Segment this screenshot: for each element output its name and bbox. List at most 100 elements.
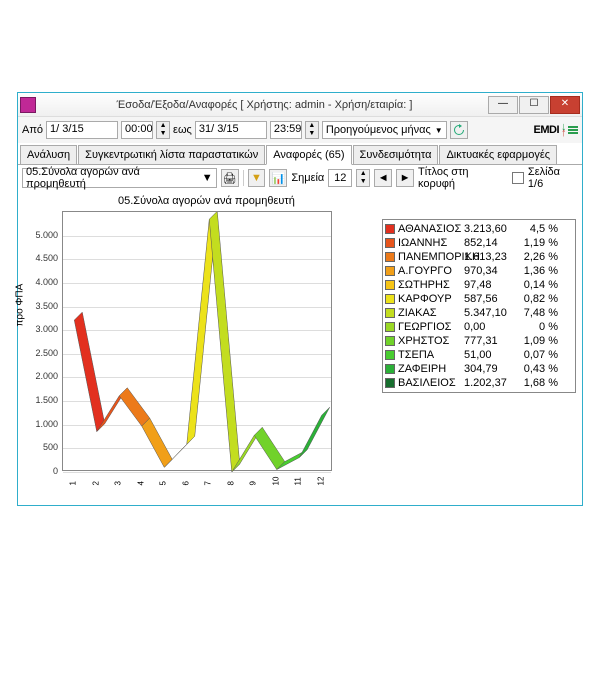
from-time-input[interactable]: 00:00 (121, 121, 153, 139)
legend-value: 304,79 (464, 363, 512, 375)
legend-row: ΒΑΣΙΛΕΙΟΣ 1.202,37 1,68 % (385, 376, 573, 390)
legend-swatch (385, 252, 395, 262)
tab-reports[interactable]: Αναφορές (65) (266, 145, 351, 165)
legend-value: 3.213,60 (464, 223, 512, 235)
points-stepper[interactable]: ▲▼ (356, 169, 370, 187)
y-tick: 3.500 (35, 301, 58, 311)
legend-name: ΙΩΑΝΝΗΣ (398, 237, 464, 249)
report-toolbar: 05.Σύνολα αγορών ανά προμηθευτή ▼ 🖨 ▼ 📊 … (18, 165, 582, 191)
chart-content: 05.Σύνολα αγορών ανά προμηθευτή προ ΦΠΑ … (18, 191, 582, 505)
legend-name: ΤΣΕΠΑ (398, 349, 464, 361)
legend-percent: 1,09 % (512, 335, 558, 347)
report-select[interactable]: 05.Σύνολα αγορών ανά προμηθευτή ▼ (22, 168, 217, 188)
legend-value: 1.613,23 (464, 251, 512, 263)
app-window: Έσοδα/Έξοδα/Αναφορές [ Χρήστης: admin - … (17, 92, 583, 506)
refresh-button[interactable] (450, 121, 468, 139)
minimize-button[interactable]: — (488, 96, 518, 114)
legend-row: ΚΑΡΦΟΥΡ 587,56 0,82 % (385, 292, 573, 306)
filter-button[interactable]: ▼ (248, 169, 266, 187)
tab-connectivity[interactable]: Συνδεσιμότητα (353, 145, 439, 164)
x-tick: 6 (181, 481, 190, 485)
legend-percent: 0,43 % (512, 363, 558, 375)
x-tick: 12 (316, 477, 325, 486)
chart-area (62, 211, 332, 471)
tab-web-apps[interactable]: Δικτυακές εφαρμογές (439, 145, 557, 164)
y-tick: 1.500 (35, 395, 58, 405)
brand-logo: EMDI ↓↑ (534, 124, 579, 136)
from-date-input[interactable]: 1/ 3/15 (46, 121, 118, 139)
period-select[interactable]: Προηγούμενος μήνας ▼ (322, 121, 447, 139)
to-time-stepper[interactable]: ▲▼ (305, 121, 319, 139)
legend-swatch (385, 378, 395, 388)
legend-swatch (385, 238, 395, 248)
next-button[interactable]: ► (396, 169, 414, 187)
y-tick: 2.000 (35, 371, 58, 381)
chevron-down-icon: ▼ (435, 126, 443, 135)
y-axis-label: προ ΦΠΑ (15, 284, 26, 327)
legend-row: ΖΙΑΚΑΣ 5.347,10 7,48 % (385, 306, 573, 320)
tab-summary-list[interactable]: Συγκεντρωτική λίστα παραστατικών (78, 145, 265, 164)
x-tick: 11 (294, 477, 303, 485)
y-tick: 0 (53, 466, 58, 476)
chart-line (63, 212, 333, 472)
legend-row: Α.ΓΟΥΡΓΟ 970,34 1,36 % (385, 264, 573, 278)
maximize-button[interactable]: ☐ (519, 96, 549, 114)
legend-value: 777,31 (464, 335, 512, 347)
legend-swatch (385, 294, 395, 304)
print-button[interactable]: 🖨 (221, 169, 239, 187)
brand-text: EMDI (534, 124, 560, 136)
y-tick: 2.500 (35, 348, 58, 358)
print-icon: 🖨 (223, 172, 237, 185)
legend-percent: 1,68 % (512, 377, 558, 389)
x-tick: 5 (159, 481, 168, 485)
legend-swatch (385, 350, 395, 360)
chart-button[interactable]: 📊 (269, 169, 287, 187)
legend-value: 97,48 (464, 279, 512, 291)
legend-row: ΣΩΤΗΡΗΣ 97,48 0,14 % (385, 278, 573, 292)
prev-button[interactable]: ◄ (374, 169, 392, 187)
y-tick: 4.000 (35, 277, 58, 287)
title-at-top-label: Τίτλος στη κορυφή (418, 166, 508, 190)
x-tick: 8 (226, 481, 235, 485)
from-time-stepper[interactable]: ▲▼ (156, 121, 170, 139)
refresh-icon (453, 124, 465, 136)
titlebar: Έσοδα/Έξοδα/Αναφορές [ Χρήστης: admin - … (18, 93, 582, 117)
x-tick: 10 (271, 477, 280, 486)
x-tick: 7 (204, 481, 213, 485)
legend-name: ΠΑΝΕΜΠΟΡΙΚΗ (398, 251, 464, 263)
report-select-label: 05.Σύνολα αγορών ανά προμηθευτή (26, 166, 202, 190)
chart-legend: ΑΘΑΝΑΣΙΟΣ 3.213,60 4,5 % ΙΩΑΝΝΗΣ 852,14 … (382, 219, 576, 393)
y-tick: 500 (43, 442, 58, 452)
legend-percent: 7,48 % (512, 307, 558, 319)
legend-percent: 0,14 % (512, 279, 558, 291)
legend-swatch (385, 308, 395, 318)
x-tick: 2 (91, 481, 100, 485)
legend-row: ΓΕΩΡΓΙΟΣ 0,00 0 % (385, 320, 573, 334)
legend-value: 1.202,37 (464, 377, 512, 389)
points-input[interactable] (328, 169, 352, 187)
legend-percent: 1,36 % (512, 265, 558, 277)
to-date-input[interactable]: 31/ 3/15 (195, 121, 267, 139)
legend-name: ΒΑΣΙΛΕΙΟΣ (398, 377, 464, 389)
legend-swatch (385, 224, 395, 234)
chart-title: 05.Σύνολα αγορών ανά προμηθευτή (118, 195, 295, 207)
title-at-top-checkbox[interactable] (512, 172, 524, 184)
legend-name: ΖΑΦΕΙΡΗ (398, 363, 464, 375)
y-axis: 05001.0001.5002.0002.5003.0003.5004.0004… (34, 211, 60, 471)
legend-value: 970,34 (464, 265, 512, 277)
points-label: Σημεία (291, 172, 324, 184)
legend-swatch (385, 280, 395, 290)
tab-analysis[interactable]: Ανάλυση (20, 145, 77, 164)
from-label: Από (22, 124, 43, 136)
to-label: εως (173, 124, 192, 136)
date-toolbar: Από 1/ 3/15 00:00 ▲▼ εως 31/ 3/15 23:59 … (18, 117, 582, 143)
main-tabs: Ανάλυση Συγκεντρωτική λίστα παραστατικών… (18, 143, 582, 165)
y-tick: 5.000 (35, 230, 58, 240)
close-button[interactable]: ✕ (550, 96, 580, 114)
legend-percent: 0 % (512, 321, 558, 333)
triangle-left-icon: ◄ (378, 172, 389, 184)
legend-value: 5.347,10 (464, 307, 512, 319)
legend-percent: 2,26 % (512, 251, 558, 263)
to-time-input[interactable]: 23:59 (270, 121, 302, 139)
legend-value: 51,00 (464, 349, 512, 361)
